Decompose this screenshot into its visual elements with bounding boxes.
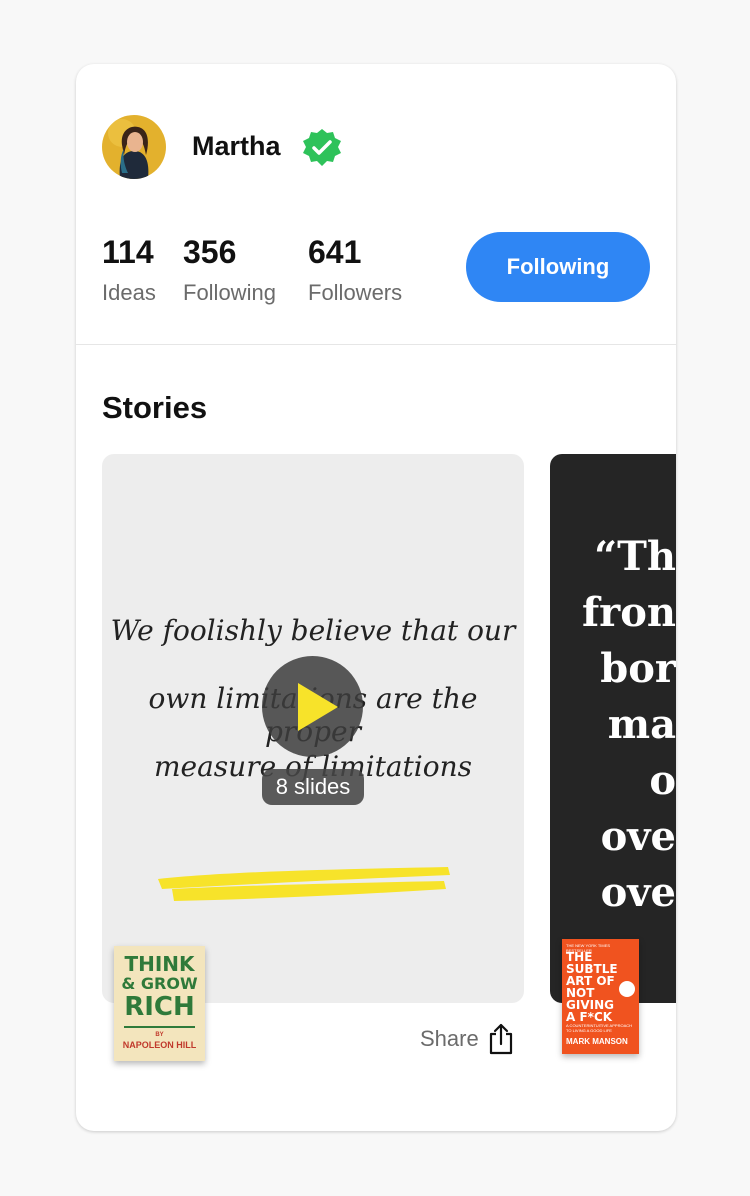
quote-line: ove bbox=[600, 813, 676, 860]
book-cover-subtle-art[interactable]: THE NEW YORK TIMES BESTSELLER THE SUBTLE… bbox=[562, 939, 639, 1054]
play-button[interactable] bbox=[262, 656, 363, 757]
stat-label: Ideas bbox=[102, 280, 156, 305]
divider bbox=[76, 344, 676, 345]
book-author: MARK MANSON bbox=[566, 1037, 628, 1046]
quote-line: ove bbox=[600, 869, 676, 916]
quote-line: ma bbox=[607, 701, 676, 748]
book-title-line: RICH bbox=[124, 992, 195, 1022]
book-title-line: & GROW bbox=[121, 974, 198, 993]
book-rule bbox=[124, 1026, 195, 1028]
slides-count-badge: 8 slides bbox=[262, 769, 364, 805]
stat-label: Followers bbox=[308, 280, 403, 305]
book-title-line: THINK bbox=[124, 952, 195, 976]
quote-line: o bbox=[649, 757, 676, 804]
share-button[interactable]: Share bbox=[420, 1022, 515, 1056]
play-icon bbox=[298, 683, 338, 731]
stat-ideas[interactable]: 114 Ideas bbox=[102, 234, 156, 306]
following-button[interactable]: Following bbox=[466, 232, 650, 302]
quote-line: We foolishly believe that our bbox=[110, 614, 516, 647]
profile-card: Martha 114 Ideas 356 Following 641 Follo… bbox=[76, 64, 676, 1131]
book-cover-think-grow-rich[interactable]: THINK & GROW RICH BY NAPOLEON HILL bbox=[114, 946, 205, 1061]
book-seal bbox=[619, 981, 635, 997]
stat-value: 356 bbox=[183, 234, 237, 270]
quote-line: bor bbox=[600, 645, 676, 692]
stat-label: Following bbox=[183, 280, 276, 305]
stat-followers[interactable]: 641 Followers bbox=[308, 234, 402, 306]
quote-line: “Th bbox=[594, 533, 676, 580]
avatar[interactable] bbox=[102, 115, 166, 179]
highlight-stroke bbox=[158, 867, 450, 901]
story-card[interactable]: “Th fron bor ma o ove ove bbox=[550, 454, 676, 1003]
book-title-line: A F*CK bbox=[566, 1010, 613, 1024]
stat-value: 114 bbox=[102, 234, 154, 270]
verified-badge-icon bbox=[302, 128, 342, 168]
book-author: NAPOLEON HILL bbox=[122, 1040, 197, 1050]
book-subtitle: A COUNTERINTUITIVE APPROACH TO LIVING A … bbox=[566, 1023, 633, 1033]
stat-value: 641 bbox=[308, 234, 362, 270]
share-icon bbox=[489, 1023, 512, 1055]
stories-heading: Stories bbox=[102, 390, 208, 425]
story-card[interactable]: We foolishly believe that our own limita… bbox=[102, 454, 524, 1003]
stat-following[interactable]: 356 Following bbox=[183, 234, 276, 306]
book-by: BY bbox=[155, 1032, 164, 1038]
share-label: Share bbox=[420, 1026, 479, 1051]
quote-line: fron bbox=[581, 589, 676, 636]
username: Martha bbox=[192, 131, 281, 161]
